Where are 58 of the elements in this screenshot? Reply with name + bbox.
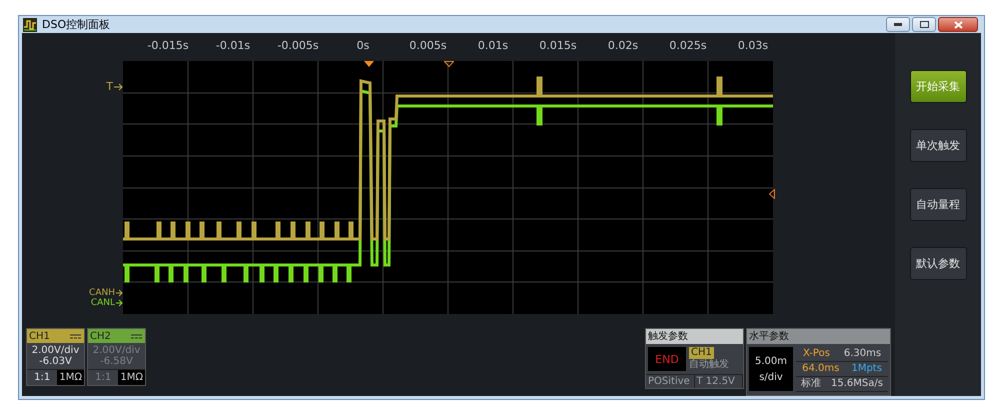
close-icon xyxy=(954,20,962,28)
panel-title: 水平参数 xyxy=(747,329,890,344)
trigger-status: END xyxy=(648,347,686,371)
channel-scale: 2.00V/div xyxy=(30,345,80,356)
time-axis-label: 0.025s xyxy=(669,39,707,52)
memory-depth: 1Mpts xyxy=(851,362,882,376)
arrow-icon xyxy=(116,299,123,307)
timebase-unit: s/div xyxy=(759,372,783,382)
input-impedance: 1MΩ xyxy=(57,370,84,385)
channel-name: CH1 xyxy=(29,330,50,342)
trigger-level: T 12.5V xyxy=(694,375,743,388)
window-title: DSO控制面板 xyxy=(42,17,112,32)
time-axis-label: 0.01s xyxy=(478,39,508,52)
channel-name: CH2 xyxy=(90,330,111,342)
arrow-icon xyxy=(114,82,123,90)
input-impedance: 1MΩ xyxy=(118,370,145,385)
probe-ratio: 1:1 xyxy=(94,371,112,385)
time-axis-label: -0.015s xyxy=(147,39,189,52)
time-axis-label: 0.03s xyxy=(738,39,768,52)
channel-marker[interactable]: CANH xyxy=(89,288,115,298)
xpos-label: X-Pos xyxy=(802,347,830,361)
record-length: 64.0ms xyxy=(802,362,840,376)
trigger-level-icon xyxy=(769,189,775,199)
channel-panel[interactable]: CH1 2.00V/div -6.03V 1:1 1MΩ xyxy=(26,328,85,386)
maximize-icon xyxy=(920,21,928,28)
panel-title: 触发参数 xyxy=(646,329,743,344)
minimize-icon xyxy=(894,23,902,26)
sample-rate: 15.6MSa/s xyxy=(831,377,883,391)
channel-scale: 2.00V/div xyxy=(92,345,142,356)
time-axis-label: -0.01s xyxy=(216,39,250,52)
arrow-icon xyxy=(116,289,123,297)
trigger-delay-icon xyxy=(444,61,454,67)
close-button[interactable] xyxy=(938,17,978,32)
trigger-source: CH1 xyxy=(689,347,714,359)
time-axis-label: 0.005s xyxy=(409,39,447,52)
minimize-button[interactable] xyxy=(886,17,910,32)
time-axis-label: 0.015s xyxy=(539,39,577,52)
action-button[interactable]: 自动量程 xyxy=(910,188,966,221)
time-axis-label: -0.005s xyxy=(277,39,319,52)
channel-offset: -6.03V xyxy=(38,356,73,367)
action-button[interactable]: 单次触发 xyxy=(910,129,966,162)
trigger-mode: 自动触发 xyxy=(689,359,729,371)
trigger-slope: POSitive xyxy=(646,375,694,388)
oscilloscope-app-icon xyxy=(23,18,37,32)
maximize-button[interactable] xyxy=(912,17,936,32)
probe-ratio: 1:1 xyxy=(33,371,52,385)
action-button[interactable]: 默认参数 xyxy=(910,247,966,280)
channel-offset: -6.58V xyxy=(99,356,134,367)
trigger-level-marker[interactable]: T xyxy=(106,80,113,93)
channel-marker[interactable]: CANL xyxy=(90,298,115,308)
time-axis-label: 0.02s xyxy=(608,39,638,52)
xpos-value: 6.30ms xyxy=(844,347,882,361)
dc-coupling-icon xyxy=(131,334,142,338)
dc-coupling-icon xyxy=(70,334,81,338)
acquisition-mode: 标准 xyxy=(801,377,821,391)
trigger-position-icon xyxy=(364,61,374,67)
timebase-value: 5.00m xyxy=(754,356,787,366)
time-axis-label: 0s xyxy=(356,39,370,52)
